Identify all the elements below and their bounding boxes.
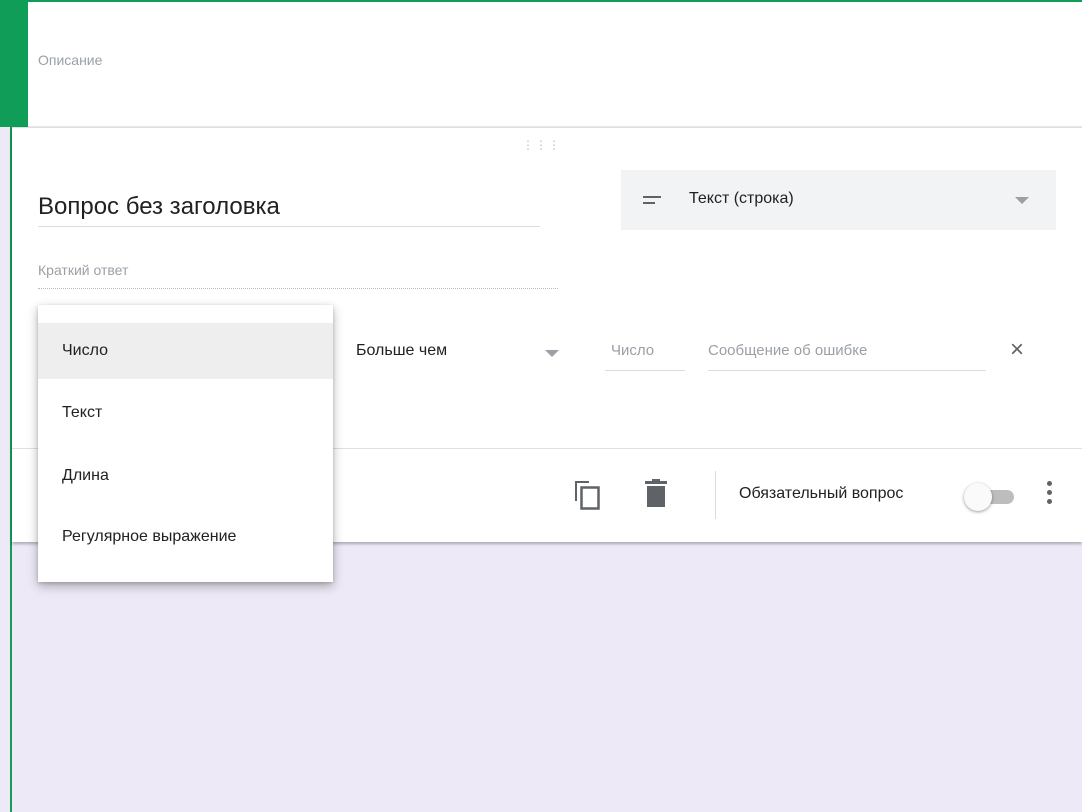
trash-icon[interactable] (645, 479, 667, 507)
active-section-indicator (0, 0, 28, 127)
validation-number-input[interactable]: Число (605, 342, 685, 371)
description-field[interactable]: Описание (38, 52, 102, 68)
required-label: Обязательный вопрос (739, 485, 904, 502)
error-message-input[interactable]: Сообщение об ошибке (708, 342, 986, 371)
more-vert-icon[interactable] (1047, 481, 1053, 509)
question-title-input[interactable]: Вопрос без заголовка (38, 190, 540, 227)
menu-item-text[interactable]: Текст (38, 385, 333, 441)
short-answer-preview: Краткий ответ (38, 262, 558, 289)
question-type-select[interactable]: Текст (строка) (621, 170, 1056, 230)
chevron-down-icon[interactable] (545, 350, 559, 357)
toggle-knob (964, 483, 992, 511)
short-text-icon (643, 196, 661, 208)
description-card: Описание (28, 0, 1082, 126)
validation-condition-select[interactable]: Больше чем (356, 342, 447, 360)
drag-handle-icon[interactable]: ⋮⋮⋮ (522, 138, 561, 152)
close-icon[interactable]: × (1010, 338, 1024, 362)
copy-icon[interactable] (573, 479, 601, 511)
menu-item-number[interactable]: Число (38, 323, 333, 379)
footer-vertical-divider (715, 471, 716, 519)
menu-item-regex[interactable]: Регулярное выражение (38, 509, 333, 565)
chevron-down-icon (1015, 197, 1029, 204)
required-toggle[interactable] (964, 483, 1018, 511)
question-type-label: Текст (строка) (689, 190, 794, 207)
validation-type-menu[interactable]: Число Текст Длина Регулярное выражение (38, 305, 333, 582)
menu-item-length[interactable]: Длина (38, 448, 333, 504)
validation-number-placeholder: Число (611, 342, 655, 359)
